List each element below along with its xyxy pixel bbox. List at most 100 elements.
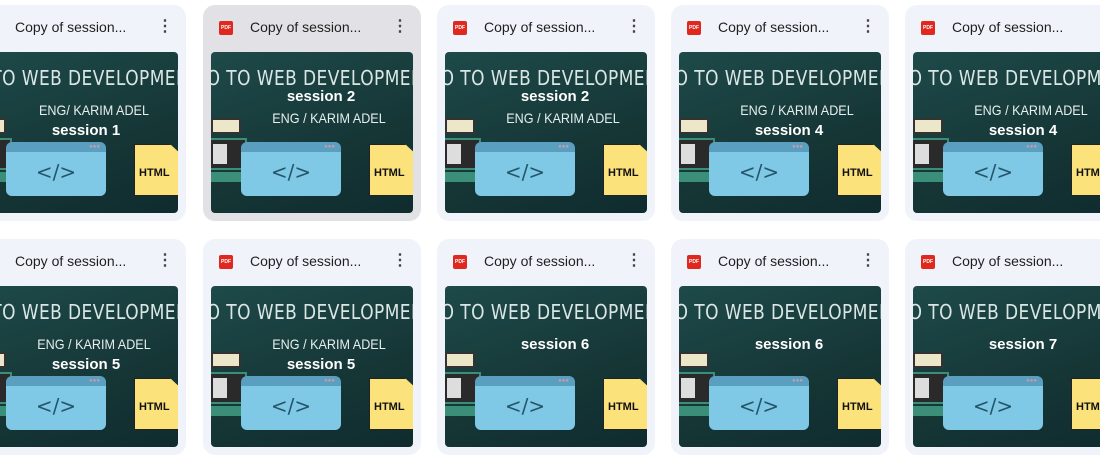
thumbnail-session: session 4 <box>988 122 1058 139</box>
thumbnail-author: ENG / KARIM ADEL <box>272 336 386 352</box>
file-card[interactable]: PDF Copy of session... ⋮ INTRO TO WEB DE… <box>905 5 1100 221</box>
more-options-icon[interactable]: ⋮ <box>625 17 643 37</box>
thumbnail-title: INTRO TO WEB DEVELOPMENT <box>445 300 647 324</box>
more-options-icon[interactable]: ⋮ <box>391 251 409 271</box>
file-name[interactable]: Copy of session... <box>15 253 126 269</box>
thumbnail-title: INTRO TO WEB DEVELOPMENT <box>445 66 647 90</box>
thumbnail-session: session 2 <box>520 88 590 105</box>
file-card[interactable]: PDF Copy of session... ⋮ INTRO TO WEB DE… <box>0 239 186 455</box>
thumbnail-title: INTRO TO WEB DEVELOPMENT <box>0 300 178 324</box>
more-options-icon[interactable]: ⋮ <box>859 17 877 37</box>
code-glyph: </> <box>35 394 77 418</box>
thumbnail-session: session 5 <box>286 356 356 373</box>
html-label: HTML <box>608 401 639 413</box>
file-name[interactable]: Copy of session... <box>718 253 829 269</box>
thumbnail-author: ENG / KARIM ADEL <box>506 110 620 126</box>
file-card[interactable]: PDF Copy of session... ⋮ INTRO TO WEB DE… <box>203 239 421 455</box>
thumbnail-author: ENG/ KARIM ADEL <box>39 102 149 118</box>
more-options-icon[interactable]: ⋮ <box>625 251 643 271</box>
code-window-icon: ●●● </> <box>709 142 809 196</box>
file-thumbnail[interactable]: INTRO TO WEB DEVELOPMENT ENG/ KARIM ADEL… <box>0 52 178 213</box>
code-glyph: </> <box>504 394 546 418</box>
more-options-icon[interactable]: ⋮ <box>156 17 174 37</box>
thumbnail-session: session 1 <box>51 122 121 139</box>
file-name[interactable]: Copy of session... <box>952 253 1063 269</box>
code-window-icon: ●●● </> <box>943 142 1043 196</box>
file-name[interactable]: Copy of session... <box>718 19 829 35</box>
code-glyph: </> <box>270 160 312 184</box>
file-thumbnail[interactable]: INTRO TO WEB DEVELOPMENT ENG / KARIM ADE… <box>445 52 647 213</box>
html-label: HTML <box>374 401 405 413</box>
file-card-header: PDF Copy of session... ⋮ <box>0 239 186 283</box>
thumbnail-session: session 7 <box>988 336 1058 353</box>
more-options-icon[interactable]: ⋮ <box>1093 251 1100 271</box>
file-card-header: PDF Copy of session... ⋮ <box>203 5 421 49</box>
html-file-icon: HTML <box>1071 144 1100 196</box>
code-glyph: </> <box>738 394 780 418</box>
thumbnail-title: INTRO TO WEB DEVELOPMENT <box>211 300 413 324</box>
pdf-icon: PDF <box>453 255 467 269</box>
code-glyph: </> <box>504 160 546 184</box>
file-name[interactable]: Copy of session... <box>250 19 361 35</box>
code-glyph: </> <box>270 394 312 418</box>
more-options-icon[interactable]: ⋮ <box>1093 17 1100 37</box>
file-card[interactable]: PDF Copy of session... ⋮ INTRO TO WEB DE… <box>671 239 889 455</box>
html-label: HTML <box>608 167 639 179</box>
html-file-icon: HTML <box>837 378 881 430</box>
file-card-header: PDF Copy of session... ⋮ <box>0 5 186 49</box>
thumbnail-title: INTRO TO WEB DEVELOPMENT <box>679 300 881 324</box>
thumbnail-title: INTRO TO WEB DEVELOPMENT <box>679 66 881 90</box>
thumbnail-title: INTRO TO WEB DEVELOPMENT <box>913 300 1100 324</box>
more-options-icon[interactable]: ⋮ <box>156 251 174 271</box>
html-file-icon: HTML <box>369 144 413 196</box>
file-thumbnail[interactable]: INTRO TO WEB DEVELOPMENT session 6 ●●●</… <box>445 286 647 447</box>
file-card[interactable]: PDF Copy of session... ⋮ INTRO TO WEB DE… <box>437 239 655 455</box>
html-label: HTML <box>842 167 873 179</box>
file-card[interactable]: PDF Copy of session... ⋮ INTRO TO WEB DE… <box>905 239 1100 455</box>
file-thumbnail[interactable]: INTRO TO WEB DEVELOPMENT ENG / KARIM ADE… <box>679 52 881 213</box>
thumbnail-session: session 5 <box>51 356 121 373</box>
html-label: HTML <box>374 167 405 179</box>
file-name[interactable]: Copy of session... <box>250 253 361 269</box>
code-window-icon: ●●● </> <box>6 142 106 196</box>
file-card-header: PDF Copy of session... ⋮ <box>905 239 1100 283</box>
file-name[interactable]: Copy of session... <box>484 19 595 35</box>
code-window-icon: ●●● </> <box>943 376 1043 430</box>
html-label: HTML <box>139 167 170 179</box>
more-options-icon[interactable]: ⋮ <box>859 251 877 271</box>
file-card[interactable]: PDF Copy of session... ⋮ INTRO TO WEB DE… <box>437 5 655 221</box>
file-card[interactable]: PDF Copy of session... ⋮ INTRO TO WEB DE… <box>0 5 186 221</box>
code-window-icon: ●●● </> <box>6 376 106 430</box>
more-options-icon[interactable]: ⋮ <box>391 17 409 37</box>
thumbnail-session: session 6 <box>520 336 590 353</box>
html-label: HTML <box>1076 401 1100 413</box>
file-card-header: PDF Copy of session... ⋮ <box>671 239 889 283</box>
file-name[interactable]: Copy of session... <box>484 253 595 269</box>
html-file-icon: HTML <box>837 144 881 196</box>
file-card-header: PDF Copy of session... ⋮ <box>437 239 655 283</box>
code-window-icon: ●●● </> <box>241 376 341 430</box>
html-label: HTML <box>139 401 170 413</box>
file-name[interactable]: Copy of session... <box>15 19 126 35</box>
file-thumbnail[interactable]: INTRO TO WEB DEVELOPMENT ENG / KARIM ADE… <box>211 286 413 447</box>
thumbnail-author: ENG / KARIM ADEL <box>740 102 854 118</box>
file-card-header: PDF Copy of session... ⋮ <box>437 5 655 49</box>
file-thumbnail[interactable]: INTRO TO WEB DEVELOPMENT ENG / KARIM ADE… <box>0 286 178 447</box>
pdf-icon: PDF <box>687 255 701 269</box>
file-card-header: PDF Copy of session... ⋮ <box>203 239 421 283</box>
file-card-header: PDF Copy of session... ⋮ <box>905 5 1100 49</box>
file-card[interactable]: PDF Copy of session... ⋮ INTRO TO WEB DE… <box>671 5 889 221</box>
file-thumbnail[interactable]: INTRO TO WEB DEVELOPMENT session 7 ●●●</… <box>913 286 1100 447</box>
thumbnail-session: session 4 <box>754 122 824 139</box>
html-file-icon: HTML <box>369 378 413 430</box>
thumbnail-title: INTRO TO WEB DEVELOPMENT <box>0 66 178 90</box>
file-thumbnail[interactable]: INTRO TO WEB DEVELOPMENT ENG / KARIM ADE… <box>211 52 413 213</box>
code-glyph: </> <box>738 160 780 184</box>
file-thumbnail[interactable]: INTRO TO WEB DEVELOPMENT ENG / KARIM ADE… <box>913 52 1100 213</box>
file-card[interactable]: PDF Copy of session... ⋮ INTRO TO WEB DE… <box>203 5 421 221</box>
code-window-icon: ●●● </> <box>475 142 575 196</box>
file-name[interactable]: Copy of session... <box>952 19 1063 35</box>
pdf-icon: PDF <box>921 255 935 269</box>
html-label: HTML <box>1076 167 1100 179</box>
file-thumbnail[interactable]: INTRO TO WEB DEVELOPMENT session 6 ●●●</… <box>679 286 881 447</box>
